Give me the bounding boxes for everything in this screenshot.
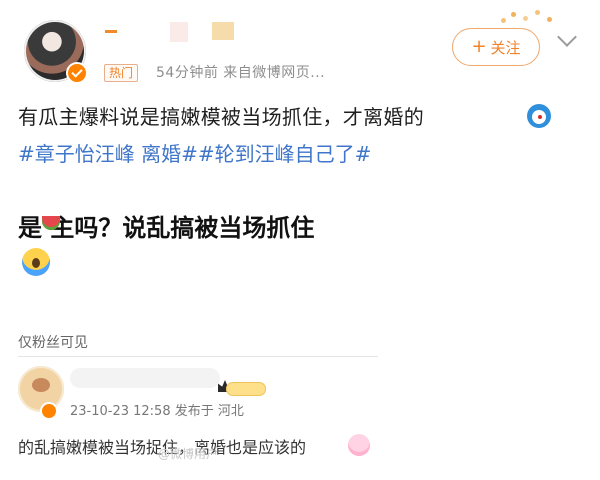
- bunny-emoji-icon: [348, 434, 370, 456]
- follow-decoration-icon: [495, 10, 555, 28]
- embedded-headline: 是 主吗？说乱搞被当场抓住: [18, 214, 315, 242]
- verified-badge-icon: [42, 404, 56, 418]
- shocked-face-emoji-icon: [22, 248, 50, 276]
- doraemon-emoji-icon: [527, 104, 551, 128]
- follow-label: 关注: [490, 38, 521, 57]
- embedded-screenshot: 是 主吗？说乱搞被当场抓住 仅粉丝可见 23-10-23 12:58 发布于 河…: [18, 190, 398, 480]
- hashtag-link[interactable]: #轮到汪峰自己了#: [198, 142, 372, 166]
- level-badge: [226, 382, 266, 396]
- username-redacted: [212, 22, 234, 40]
- hashtag-line: #章子怡汪峰 离婚##轮到汪峰自己了#: [18, 138, 371, 167]
- hashtag-link[interactable]: #章子怡汪峰 离婚#: [18, 142, 198, 166]
- comment-meta: 23-10-23 12:58 发布于 河北: [70, 404, 244, 419]
- verified-badge-icon: [68, 64, 86, 82]
- divider: [18, 356, 378, 357]
- post-time-and-source: 54分钟前 来自微博网页...: [156, 65, 326, 81]
- username-redacted[interactable]: [105, 30, 117, 33]
- comment-username-redacted[interactable]: [70, 368, 220, 388]
- fans-only-label: 仅粉丝可见: [18, 335, 88, 351]
- plus-icon: +: [471, 36, 487, 57]
- hot-badge: 热门: [104, 64, 139, 82]
- follow-button[interactable]: + 关注: [452, 28, 540, 66]
- watermark: @微博用户: [158, 447, 219, 461]
- chevron-down-icon[interactable]: [557, 27, 577, 47]
- comment-avatar[interactable]: [18, 366, 64, 412]
- post-text: 有瓜主爆料说是搞嫩模被当场抓住，才离婚的: [18, 105, 424, 129]
- username-redacted: [170, 22, 188, 42]
